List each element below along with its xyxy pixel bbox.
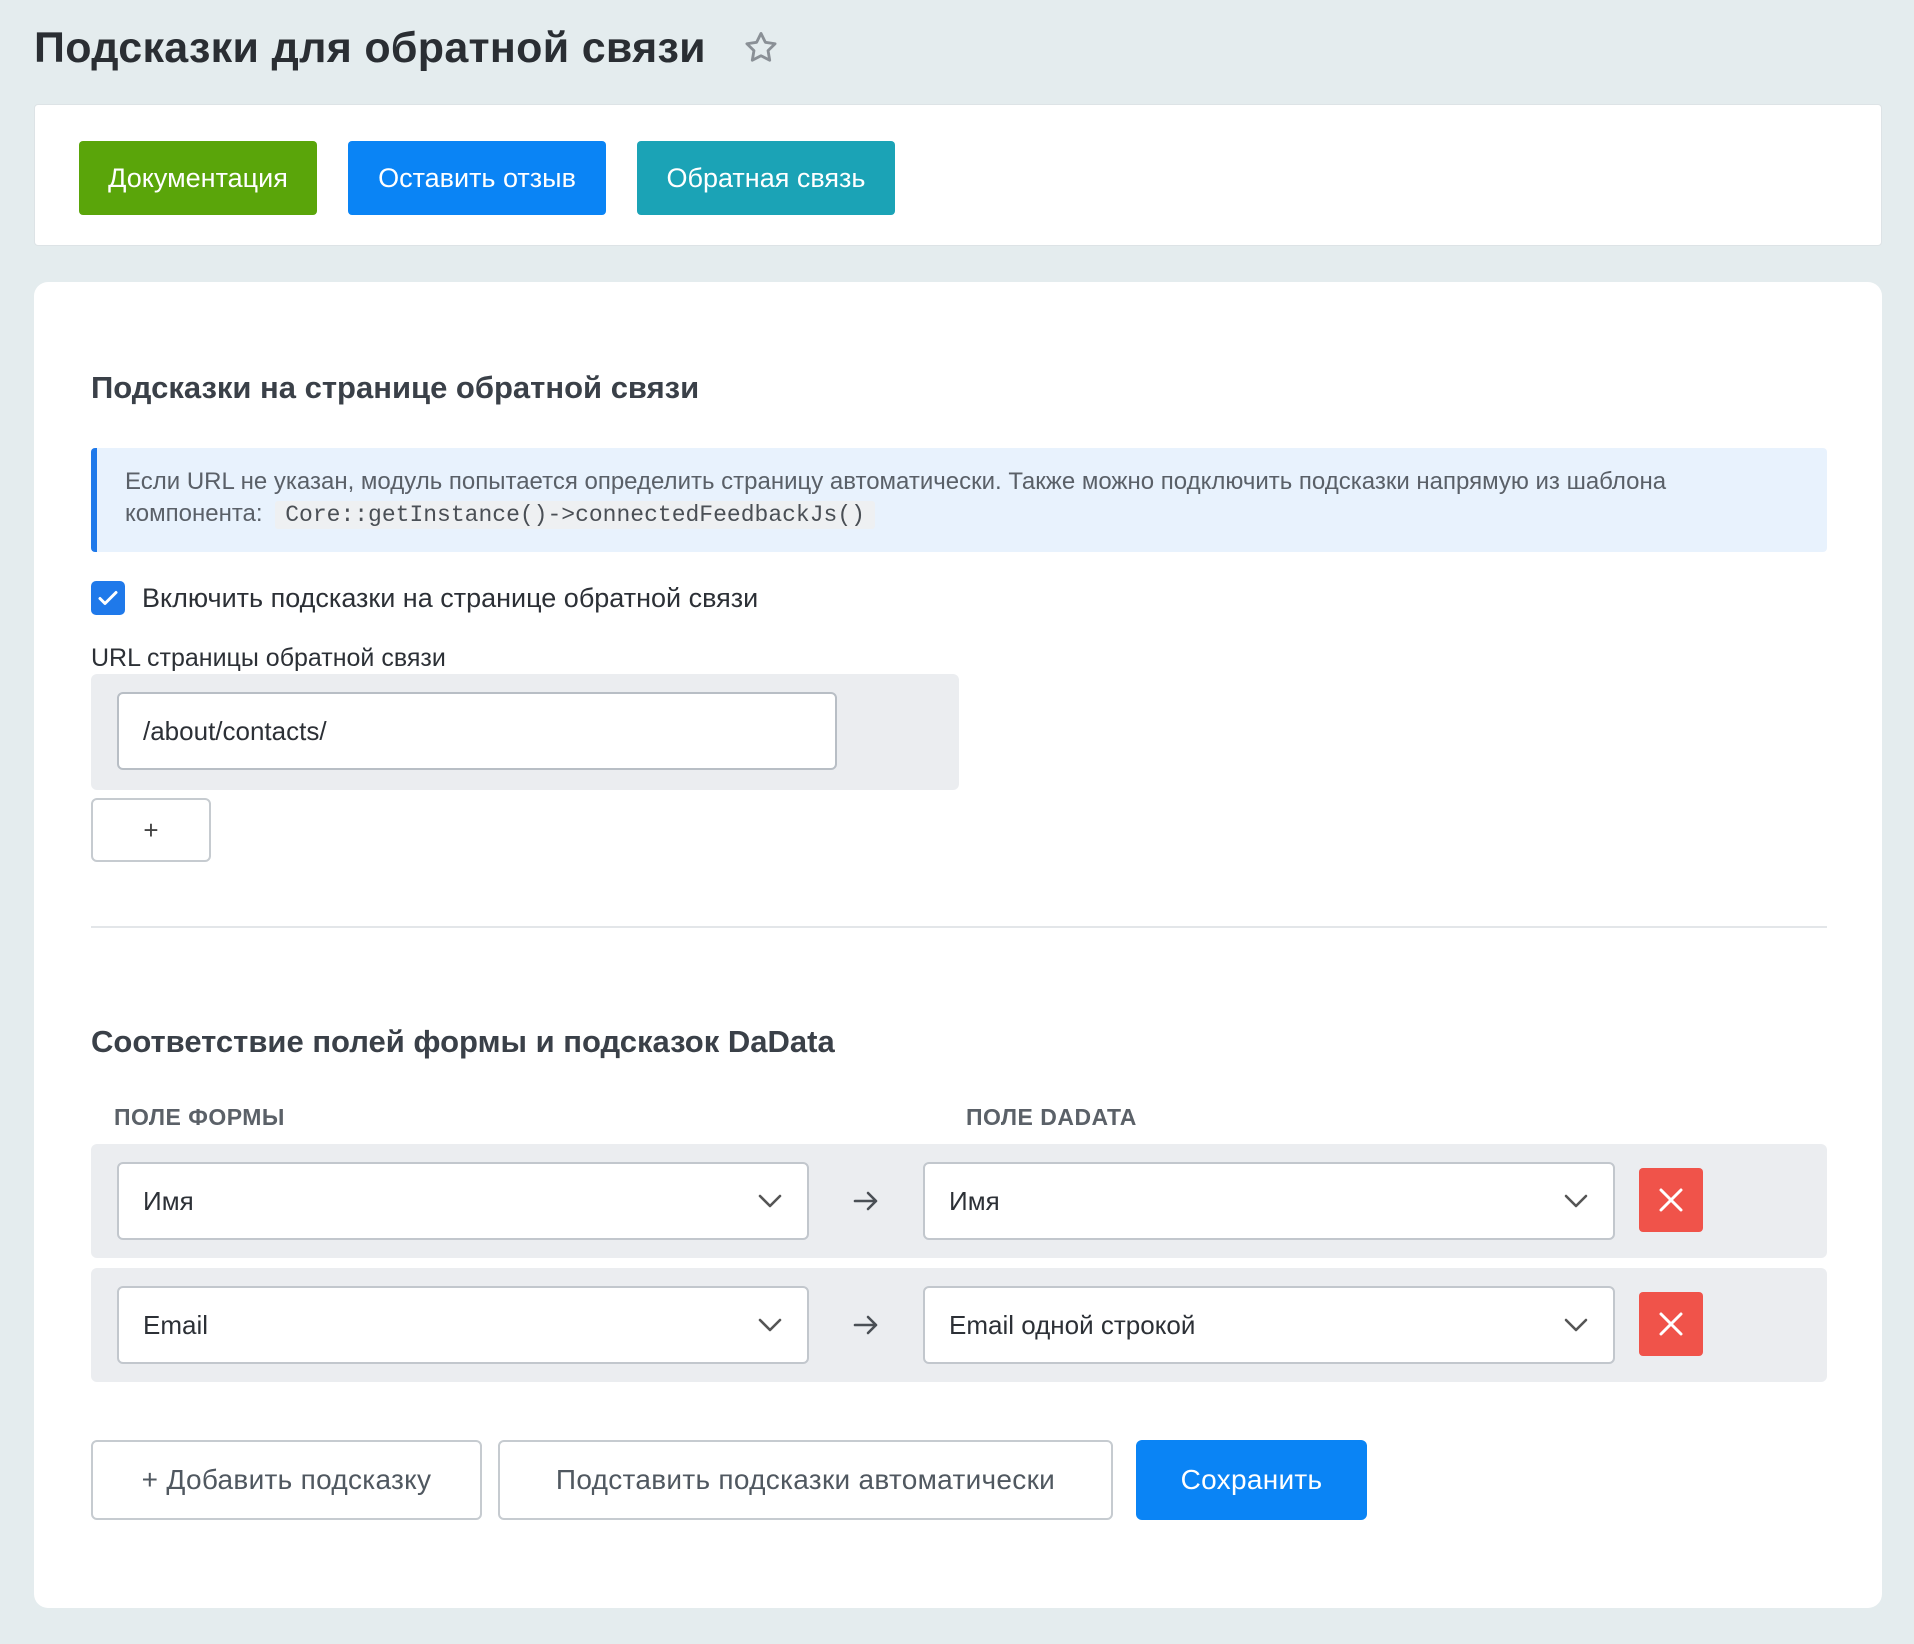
chevron-down-icon (1564, 1194, 1588, 1208)
feedback-button[interactable]: Обратная связь (637, 141, 895, 215)
section-divider (91, 926, 1827, 928)
chevron-down-icon (758, 1194, 782, 1208)
close-icon (1659, 1312, 1683, 1336)
documentation-button[interactable]: Документация (79, 141, 317, 215)
url-input[interactable] (117, 692, 837, 770)
mapping-row: Имя Имя (91, 1144, 1827, 1258)
add-url-button[interactable]: + (91, 798, 211, 862)
form-field-value: Имя (143, 1185, 194, 1216)
page-title: Подсказки для обратной связи (34, 23, 706, 72)
dadata-field-select[interactable]: Email одной строкой (923, 1286, 1615, 1364)
delete-row-button[interactable] (1639, 1168, 1703, 1232)
dadata-field-value: Имя (949, 1185, 1000, 1216)
chevron-down-icon (1564, 1318, 1588, 1332)
form-field-value: Email (143, 1309, 209, 1340)
url-list (91, 674, 959, 790)
close-icon (1659, 1188, 1683, 1212)
add-hint-button[interactable]: + Добавить подсказку (91, 1440, 482, 1520)
star-icon[interactable] (742, 29, 780, 67)
delete-row-button[interactable] (1639, 1292, 1703, 1356)
enable-hints-label[interactable]: Включить подсказки на странице обратной … (142, 583, 758, 614)
dadata-field-column-header: ПОЛЕ DADATA (966, 1104, 1137, 1130)
form-field-select[interactable]: Имя (117, 1162, 809, 1240)
arrow-right-icon (853, 1191, 878, 1211)
checkmark-icon (98, 591, 118, 605)
mapping-row: Email Email одной строкой (91, 1268, 1827, 1382)
info-alert: Если URL не указан, модуль попытается оп… (91, 448, 1827, 552)
form-field-column-header: ПОЛЕ ФОРМЫ (114, 1104, 285, 1130)
enable-hints-checkbox[interactable] (91, 581, 125, 615)
form-field-select[interactable]: Email (117, 1286, 809, 1364)
dadata-field-select[interactable]: Имя (923, 1162, 1615, 1240)
chevron-down-icon (758, 1318, 782, 1332)
url-field-label: URL страницы обратной связи (91, 644, 446, 672)
dadata-field-value: Email одной строкой (949, 1309, 1196, 1340)
settings-card: Подсказки на странице обратной связи Есл… (34, 282, 1882, 1608)
mapping-section-title: Соответствие полей формы и подсказок DaD… (91, 1024, 835, 1059)
leave-review-button[interactable]: Оставить отзыв (348, 141, 606, 215)
enable-hints-row[interactable]: Включить подсказки на странице обратной … (91, 580, 758, 616)
alert-code: Core::getInstance()->connectedFeedbackJs… (275, 501, 875, 529)
page-header: Подсказки для обратной связи (34, 18, 780, 78)
toolbar: Документация Оставить отзыв Обратная свя… (34, 104, 1882, 246)
arrow-right-icon (853, 1315, 878, 1335)
auto-fill-hints-button[interactable]: Подставить подсказки автоматически (498, 1440, 1113, 1520)
save-button[interactable]: Сохранить (1136, 1440, 1367, 1520)
feedback-section-title: Подсказки на странице обратной связи (91, 370, 700, 405)
